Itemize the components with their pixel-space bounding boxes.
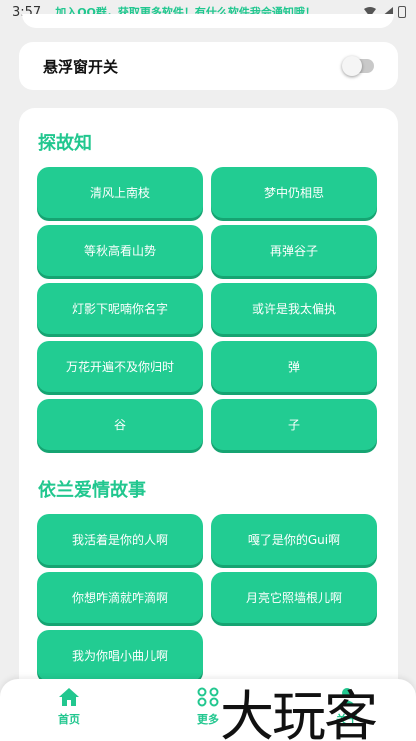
nav-label-home: 首页 [58, 713, 80, 726]
song-button[interactable]: 你想咋滴就咋滴啊 [37, 572, 203, 623]
watermark-logo: 大玩客 [220, 685, 378, 741]
song-button[interactable]: 谷 [37, 399, 203, 450]
float-window-label: 悬浮窗开关 [43, 57, 119, 76]
main-card: 探故知 清风上南枝 梦中仍相思 等秋高看山势 再弹谷子 灯影下呢喃你名字 或许是… [19, 108, 398, 741]
more-icon [197, 687, 219, 707]
song-button[interactable]: 子 [211, 399, 377, 450]
song-button[interactable]: 嘎了是你的Gui啊 [211, 514, 377, 565]
song-button[interactable]: 灯影下呢喃你名字 [37, 283, 203, 334]
song-button[interactable]: 清风上南枝 [37, 167, 203, 218]
float-window-card: 悬浮窗开关 [19, 42, 398, 90]
song-button[interactable]: 或许是我太偏执 [211, 283, 377, 334]
nav-item-home[interactable]: 首页 [39, 687, 99, 727]
section-title-tanguzhi: 探故知 [38, 133, 92, 154]
song-button[interactable]: 月亮它照墙根儿啊 [211, 572, 377, 623]
battery-icon [398, 6, 406, 18]
song-button[interactable]: 等秋高看山势 [37, 225, 203, 276]
float-window-switch[interactable] [342, 56, 374, 76]
song-button[interactable]: 我活着是你的人啊 [37, 514, 203, 565]
song-button[interactable]: 我为你唱小曲儿啊 [37, 630, 203, 681]
song-button[interactable]: 再弹谷子 [211, 225, 377, 276]
switch-knob [342, 56, 362, 76]
nav-label-more: 更多 [197, 713, 219, 726]
tanguzhi-button-grid: 清风上南枝 梦中仍相思 等秋高看山势 再弹谷子 灯影下呢喃你名字 或许是我太偏执… [37, 167, 379, 450]
previous-card-edge [22, 14, 394, 28]
yilan-button-grid: 我活着是你的人啊 嘎了是你的Gui啊 你想咋滴就咋滴啊 月亮它照墙根儿啊 我为你… [37, 514, 379, 681]
song-button[interactable]: 弹 [211, 341, 377, 392]
section-title-yilan: 依兰爱情故事 [38, 480, 146, 501]
song-button[interactable]: 梦中仍相思 [211, 167, 377, 218]
home-icon [59, 688, 79, 706]
song-button[interactable]: 万花开遍不及你归时 [37, 341, 203, 392]
